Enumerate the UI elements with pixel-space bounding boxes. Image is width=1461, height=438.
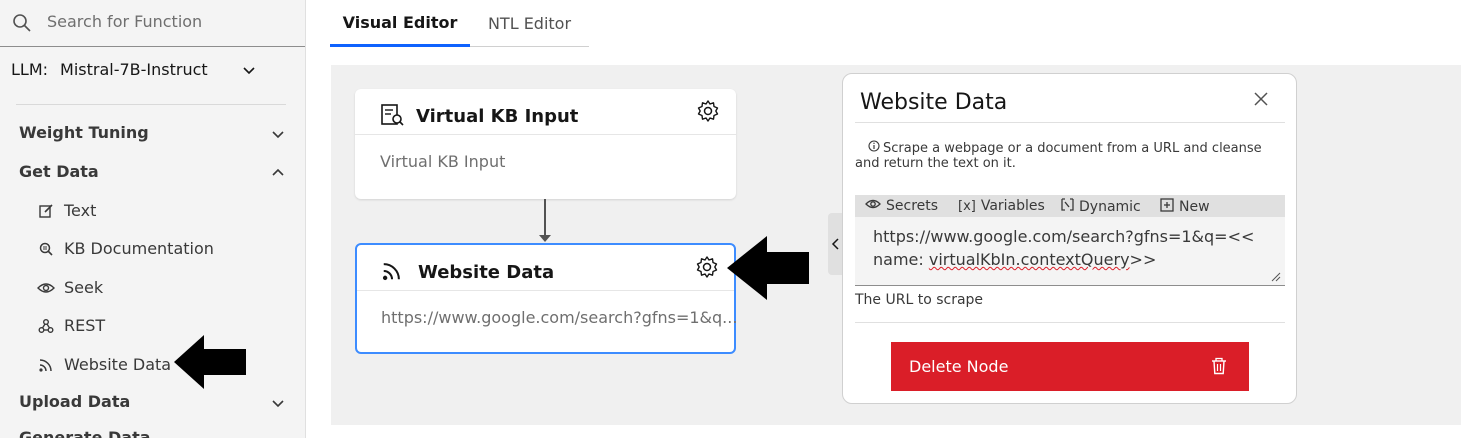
sidebar-item-text[interactable]: Text bbox=[37, 201, 96, 220]
sidebar-item-rest[interactable]: REST bbox=[37, 316, 105, 335]
url-text[interactable]: https://www.google.com/search?gfns=1&q=<… bbox=[873, 225, 1273, 271]
sidebar-item-label: KB Documentation bbox=[64, 239, 214, 258]
new-button[interactable]: New bbox=[1160, 198, 1210, 216]
llm-selector[interactable]: LLM: Mistral-7B-Instruct bbox=[11, 60, 255, 79]
rss-feed-icon bbox=[381, 260, 403, 286]
info-icon bbox=[868, 140, 880, 156]
panel-description-text: Scrape a webpage or a document from a UR… bbox=[855, 141, 1262, 171]
edge-arrowhead bbox=[539, 235, 551, 242]
section-generate-data[interactable]: Generate Data bbox=[19, 428, 151, 438]
section-weight-tuning[interactable]: Weight Tuning bbox=[19, 123, 149, 142]
node-body: https://www.google.com/search?gfns=1&q..… bbox=[381, 308, 738, 327]
chevron-down-icon[interactable] bbox=[270, 126, 286, 142]
node-body: Virtual KB Input bbox=[380, 152, 506, 171]
secrets-button[interactable]: Secrets bbox=[865, 198, 938, 214]
gear-icon[interactable] bbox=[696, 99, 720, 127]
panel-description: Scrape a webpage or a document from a UR… bbox=[855, 140, 1275, 171]
delete-node-label: Delete Node bbox=[909, 357, 1009, 376]
flow-node-virtual-kb-input[interactable]: Virtual KB Input Virtual KB Input bbox=[355, 89, 736, 199]
sidebar-divider bbox=[16, 104, 286, 105]
chevron-up-icon[interactable] bbox=[270, 164, 286, 180]
secrets-label: Secrets bbox=[886, 198, 939, 214]
sidebar-item-label: Website Data bbox=[64, 355, 172, 374]
webhook-icon bbox=[37, 317, 55, 335]
delete-node-button[interactable]: Delete Node bbox=[891, 342, 1249, 391]
section-upload-data[interactable]: Upload Data bbox=[19, 392, 130, 411]
function-sidebar: Search for Function LLM: Mistral-7B-Inst… bbox=[0, 0, 306, 438]
search-icon bbox=[13, 14, 31, 32]
dynamic-label: Dynamic bbox=[1079, 198, 1141, 215]
annotation-arrow-icon bbox=[174, 335, 246, 389]
new-label: New bbox=[1179, 199, 1210, 215]
trash-icon bbox=[1212, 357, 1226, 375]
url-variable: virtualKbIn.contextQuery bbox=[928, 250, 1130, 269]
virtual-kb-icon bbox=[380, 103, 404, 131]
rss-feed-icon bbox=[37, 356, 55, 374]
add-box-icon bbox=[1160, 198, 1174, 216]
flow-node-website-data[interactable]: Website Data https://www.google.com/sear… bbox=[355, 243, 738, 354]
node-header: Virtual KB Input bbox=[355, 89, 736, 135]
document-search-icon bbox=[37, 240, 55, 258]
llm-value: Mistral-7B-Instruct bbox=[60, 60, 208, 79]
panel-title: Website Data bbox=[860, 90, 1008, 115]
annotation-arrow-icon bbox=[727, 236, 809, 300]
dynamic-icon bbox=[1061, 198, 1074, 215]
url-line-2-suffix: >> bbox=[1129, 250, 1157, 269]
edit-icon bbox=[37, 202, 55, 220]
editor-toolbar: Secrets [x] Variables Dynamic New bbox=[855, 195, 1285, 217]
sidebar-item-label: Text bbox=[64, 201, 97, 220]
sidebar-item-kb-documentation[interactable]: KB Documentation bbox=[37, 239, 214, 258]
sidebar-item-website-data[interactable]: Website Data bbox=[37, 355, 171, 374]
eye-icon bbox=[865, 198, 881, 214]
tab-visual-editor[interactable]: Visual Editor bbox=[330, 0, 470, 47]
chevron-down-icon[interactable] bbox=[270, 395, 286, 411]
panel-divider bbox=[855, 122, 1285, 123]
eye-icon bbox=[37, 279, 55, 297]
url-editor[interactable]: Secrets [x] Variables Dynamic New https:/… bbox=[855, 195, 1285, 286]
search-placeholder: Search for Function bbox=[47, 12, 203, 31]
chevron-left-icon bbox=[831, 238, 839, 250]
sidebar-item-label: Seek bbox=[64, 278, 104, 297]
llm-label: LLM: bbox=[11, 60, 49, 79]
edge-connector bbox=[544, 199, 546, 237]
sidebar-item-seek[interactable]: Seek bbox=[37, 278, 103, 297]
node-properties-panel: Website Data Scrape a webpage or a docum… bbox=[842, 73, 1297, 404]
url-line-2-prefix: name: bbox=[873, 250, 929, 269]
url-helper-text: The URL to scrape bbox=[855, 292, 984, 308]
node-header: Website Data bbox=[357, 245, 734, 291]
gear-icon[interactable] bbox=[695, 255, 719, 283]
resize-handle-icon[interactable] bbox=[1271, 272, 1281, 282]
function-search[interactable]: Search for Function bbox=[0, 0, 305, 47]
node-title: Virtual KB Input bbox=[416, 106, 579, 127]
section-get-data[interactable]: Get Data bbox=[19, 162, 99, 181]
tab-ntl-editor[interactable]: NTL Editor bbox=[470, 0, 589, 47]
close-icon[interactable] bbox=[1252, 90, 1270, 108]
dynamic-button[interactable]: Dynamic bbox=[1061, 198, 1141, 215]
variables-label: Variables bbox=[980, 198, 1045, 214]
sidebar-item-label: REST bbox=[64, 316, 106, 335]
url-line-1: https://www.google.com/search?gfns=1&q=<… bbox=[873, 227, 1255, 246]
chevron-down-icon bbox=[243, 67, 255, 75]
variable-icon: [x] bbox=[958, 198, 976, 214]
variables-button[interactable]: [x] Variables bbox=[958, 198, 1045, 214]
node-title: Website Data bbox=[418, 262, 555, 283]
panel-divider bbox=[855, 322, 1285, 323]
